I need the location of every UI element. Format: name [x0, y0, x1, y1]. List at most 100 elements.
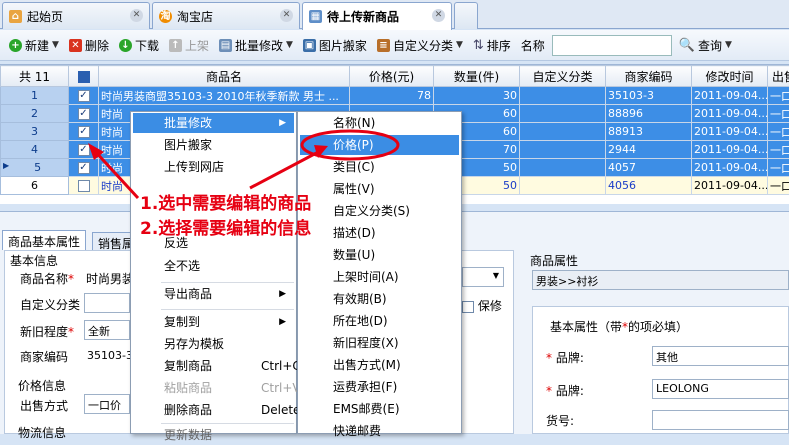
- warranty-checkbox[interactable]: [462, 301, 474, 313]
- cell-code[interactable]: 35103-3: [606, 87, 692, 105]
- cell-custom-cat[interactable]: [520, 159, 606, 177]
- cell-sell[interactable]: 一口价: [768, 87, 789, 105]
- brand-select[interactable]: 其他: [652, 346, 789, 366]
- row-checkbox[interactable]: ✓: [78, 162, 90, 174]
- menu-item-copy-item[interactable]: 复制商品Ctrl+C: [133, 356, 294, 376]
- menu-item-upload-store[interactable]: 上传到网店: [133, 157, 294, 177]
- col-price[interactable]: 价格(元): [350, 66, 434, 87]
- menu-item-delete-item[interactable]: 删除商品Delete: [133, 400, 294, 420]
- code-field-value[interactable]: 35103-3: [87, 349, 133, 362]
- item-no-input[interactable]: [652, 410, 789, 430]
- tab-new[interactable]: [454, 2, 478, 29]
- menu-item-paste-item[interactable]: 粘贴商品Ctrl+V: [133, 378, 294, 398]
- menu-item-update-data[interactable]: 更新数据: [133, 425, 294, 445]
- submenu-item-category[interactable]: 类目(C): [300, 157, 459, 177]
- row-checkbox-cell[interactable]: ✓: [69, 159, 99, 177]
- cell-price[interactable]: 78: [350, 87, 434, 105]
- row-checkbox[interactable]: ✓: [78, 108, 90, 120]
- submenu-item-quantity[interactable]: 数量(U): [300, 245, 459, 265]
- cell-sell[interactable]: 一口价: [768, 141, 789, 159]
- cell-sell[interactable]: 一口价: [768, 123, 789, 141]
- submenu-item-custom-category[interactable]: 自定义分类(S): [300, 201, 459, 221]
- chevron-down-icon[interactable]: ▼: [52, 40, 59, 50]
- cell-code[interactable]: 88896: [606, 105, 692, 123]
- image-move-button[interactable]: ▣图片搬家: [300, 35, 370, 56]
- batch-edit-button[interactable]: ▤批量修改▼: [216, 35, 296, 56]
- tab-taobao-store[interactable]: 淘 淘宝店 ✕: [152, 2, 300, 29]
- attribute-category-field[interactable]: 男装>>衬衫: [532, 270, 789, 290]
- name-search-input[interactable]: [552, 35, 672, 56]
- name-field-value[interactable]: 时尚男装: [86, 270, 134, 287]
- cell-time[interactable]: 2011-09-04...: [692, 141, 768, 159]
- cell-sell[interactable]: 一口价: [768, 159, 789, 177]
- submenu-item-sell-method[interactable]: 出售方式(M): [300, 355, 459, 375]
- chevron-down-icon[interactable]: ▼: [456, 40, 463, 50]
- table-row[interactable]: 1 ✓ 时尚男装商盟35103-3 2010年秋季新款 男士 ... 78 30…: [1, 87, 789, 105]
- submenu-item-attribute[interactable]: 属性(V): [300, 179, 459, 199]
- col-custom-cat[interactable]: 自定义分类: [520, 66, 606, 87]
- cell-time[interactable]: 2011-09-04...: [692, 123, 768, 141]
- submenu-item-ems-fee[interactable]: EMS邮费(E): [300, 399, 459, 419]
- submenu-item-condition[interactable]: 新旧程度(X): [300, 333, 459, 353]
- cell-time[interactable]: 2011-09-04...: [692, 105, 768, 123]
- tab-pending-upload[interactable]: ▦ 待上传新商品 ✕: [302, 2, 452, 30]
- submenu-item-name[interactable]: 名称(N): [300, 113, 459, 133]
- select-all-checkbox[interactable]: [78, 71, 90, 83]
- delete-button[interactable]: ✕删除: [66, 35, 112, 56]
- condition-select[interactable]: 全新: [84, 320, 130, 340]
- row-checkbox-cell[interactable]: ✓: [69, 105, 99, 123]
- chevron-down-icon[interactable]: ▼: [725, 40, 732, 50]
- col-time[interactable]: 修改时间: [692, 66, 768, 87]
- chevron-down-icon[interactable]: ▼: [493, 271, 499, 280]
- warranty-option[interactable]: 保修: [462, 297, 502, 314]
- brand2-input[interactable]: LEOLONG: [652, 379, 789, 399]
- menu-item-select-none[interactable]: 全不选: [133, 256, 294, 276]
- menu-item-export[interactable]: 导出商品▶: [133, 284, 294, 304]
- download-button[interactable]: ↓下载: [116, 35, 162, 56]
- cell-code[interactable]: 4057: [606, 159, 692, 177]
- close-icon[interactable]: ✕: [280, 9, 293, 22]
- menu-item-batch-edit[interactable]: 批量修改▶: [133, 113, 294, 133]
- row-checkbox-cell[interactable]: ✓: [69, 123, 99, 141]
- row-checkbox[interactable]: ✓: [78, 126, 90, 138]
- cell-name[interactable]: 时尚男装商盟35103-3 2010年秋季新款 男士 ...: [99, 87, 350, 105]
- col-code[interactable]: 商家编码: [606, 66, 692, 87]
- cell-sell[interactable]: 一口价: [768, 105, 789, 123]
- col-sell[interactable]: 出售: [768, 66, 789, 87]
- new-button[interactable]: +新建▼: [6, 35, 62, 56]
- row-checkbox-cell[interactable]: ✓: [69, 87, 99, 105]
- submenu-item-shipping[interactable]: 运费承担(F): [300, 377, 459, 397]
- cell-custom-cat[interactable]: [520, 87, 606, 105]
- submenu-item-location[interactable]: 所在地(D): [300, 311, 459, 331]
- cell-code[interactable]: 2944: [606, 141, 692, 159]
- tab-start-page[interactable]: ⌂ 起始页 ✕: [2, 2, 150, 29]
- search-button[interactable]: 🔍查询▼: [676, 35, 735, 56]
- menu-item-save-template[interactable]: 另存为模板: [133, 334, 294, 354]
- cell-time[interactable]: 2011-09-04...: [692, 177, 768, 195]
- submenu-item-validity[interactable]: 有效期(B): [300, 289, 459, 309]
- cell-custom-cat[interactable]: [520, 141, 606, 159]
- cell-code[interactable]: 4056: [606, 177, 692, 195]
- submenu-item-express-fee[interactable]: 快递邮费: [300, 421, 459, 441]
- close-icon[interactable]: ✕: [432, 9, 445, 22]
- row-checkbox[interactable]: ✓: [78, 144, 90, 156]
- submenu-item-price[interactable]: 价格(P): [300, 135, 459, 155]
- col-qty[interactable]: 数量(件): [434, 66, 520, 87]
- chevron-down-icon[interactable]: ▼: [286, 40, 293, 50]
- row-checkbox-cell[interactable]: ✓: [69, 141, 99, 159]
- submenu-item-description[interactable]: 描述(D): [300, 223, 459, 243]
- cell-sell[interactable]: 一口价: [768, 177, 789, 195]
- cell-time[interactable]: 2011-09-04...: [692, 87, 768, 105]
- custom-category-button[interactable]: ≡自定义分类▼: [374, 35, 466, 56]
- col-select-all[interactable]: [69, 66, 99, 87]
- cell-custom-cat[interactable]: [520, 105, 606, 123]
- row-checkbox-cell[interactable]: [69, 177, 99, 195]
- cell-qty[interactable]: 30: [434, 87, 520, 105]
- custom-category-select[interactable]: [84, 293, 130, 313]
- cell-time[interactable]: 2011-09-04...: [692, 159, 768, 177]
- shelve-button[interactable]: ↑上架: [166, 35, 212, 56]
- cell-custom-cat[interactable]: [520, 123, 606, 141]
- row-checkbox[interactable]: [78, 180, 90, 192]
- cell-code[interactable]: 88913: [606, 123, 692, 141]
- submenu-item-list-time[interactable]: 上架时间(A): [300, 267, 459, 287]
